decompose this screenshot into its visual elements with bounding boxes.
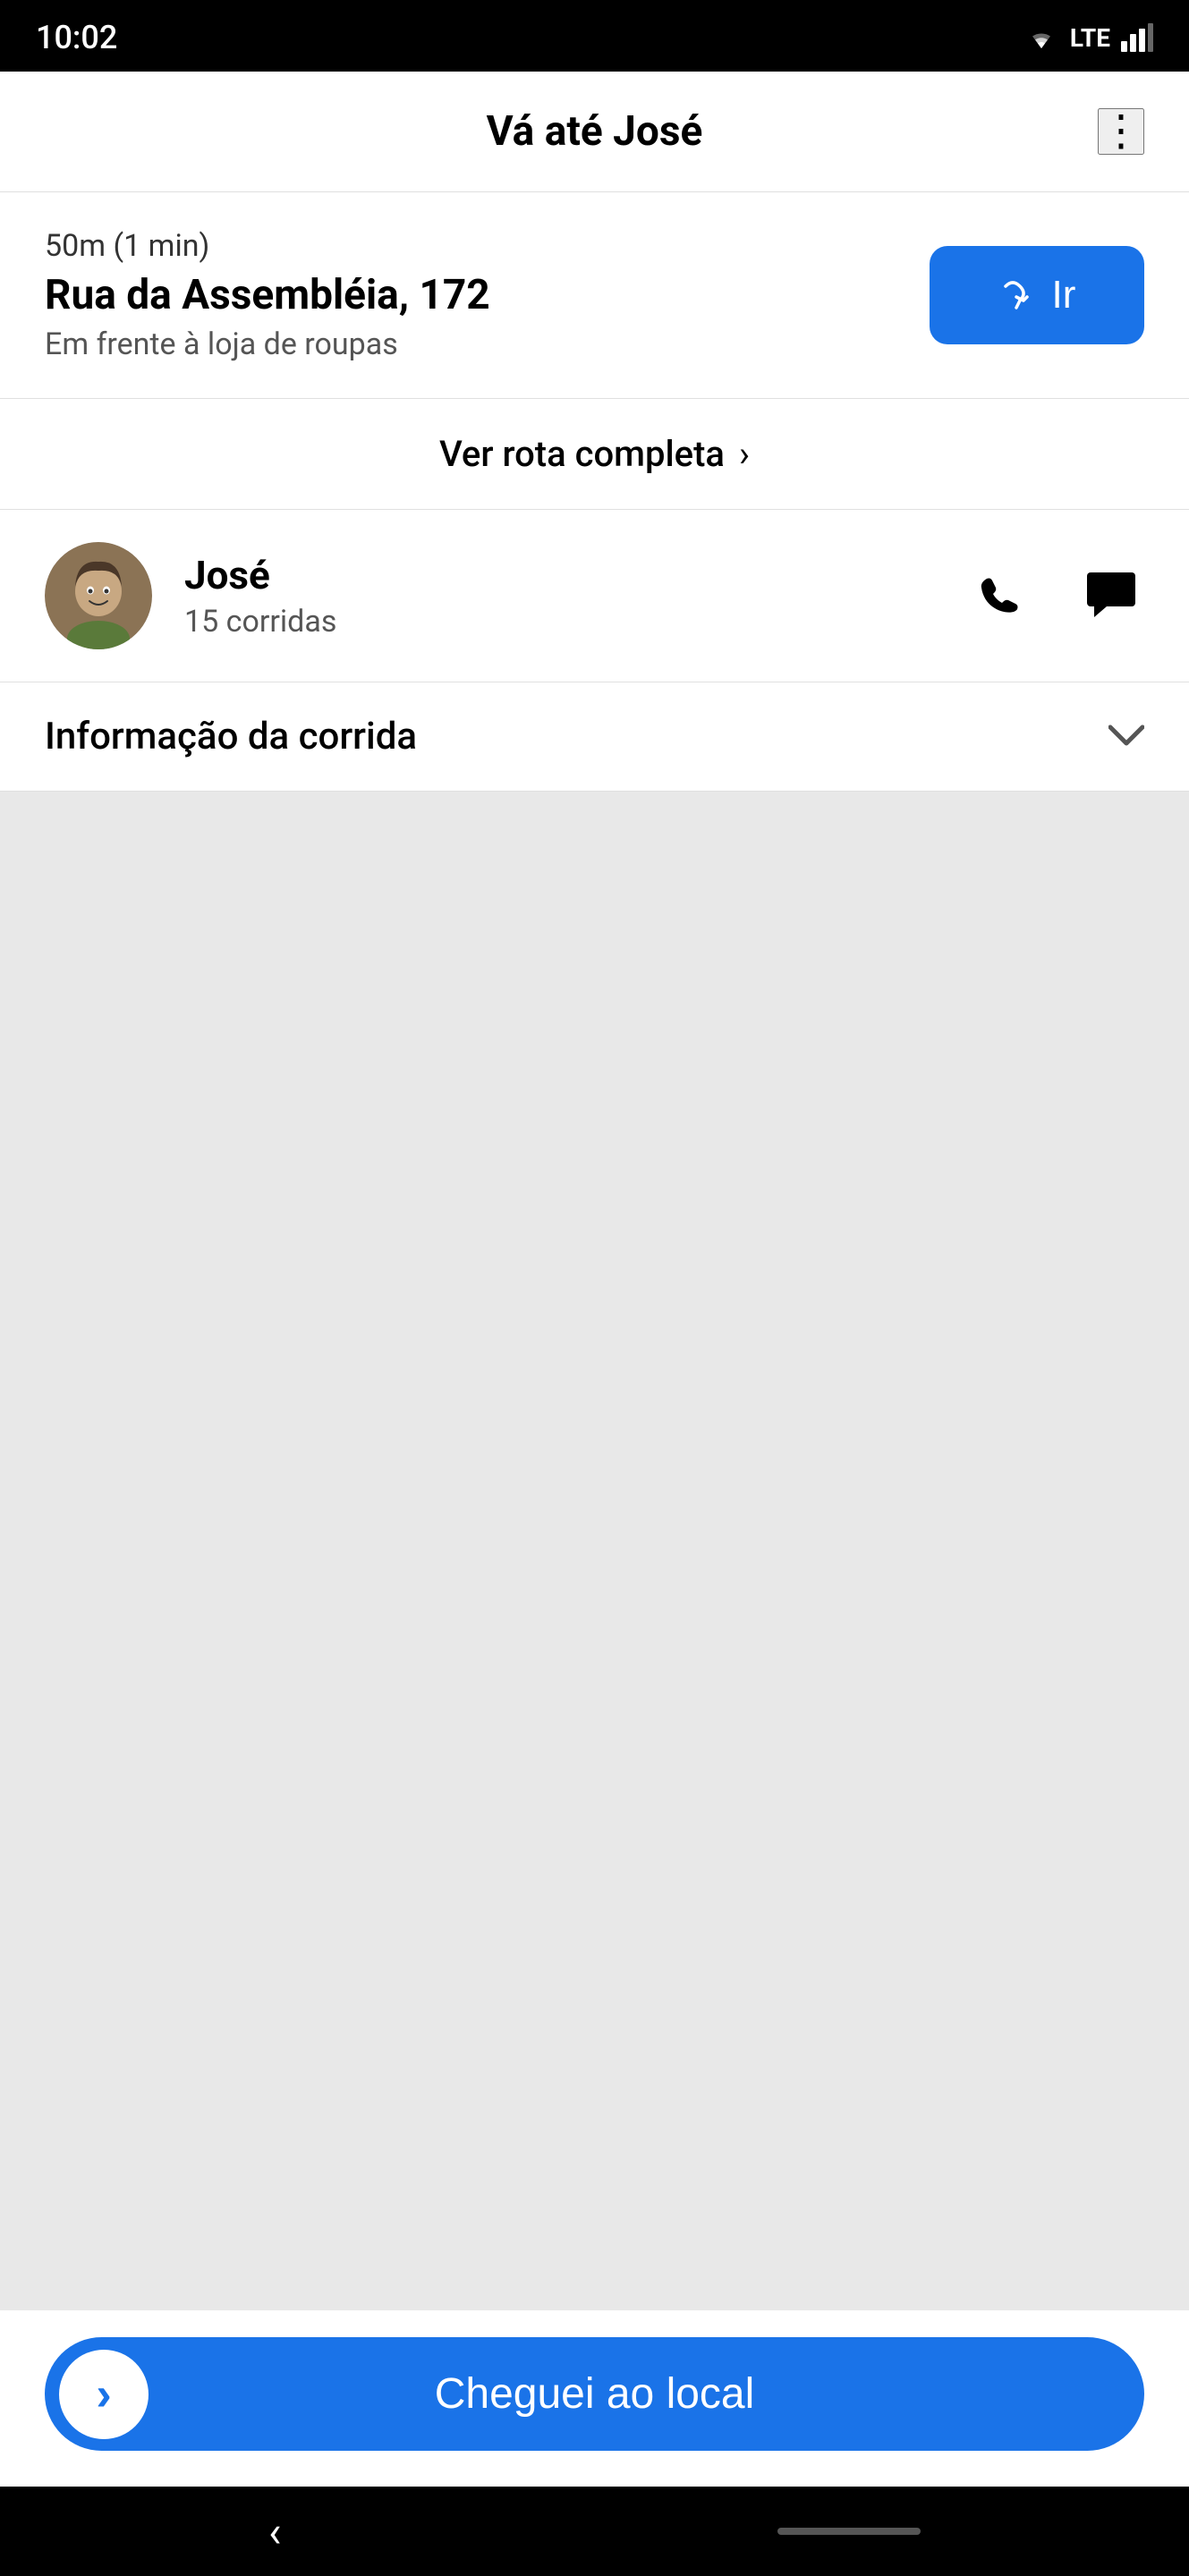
signal-icon: [1121, 23, 1153, 52]
view-route-arrow: ›: [739, 433, 750, 475]
map-area: [0, 792, 1189, 2310]
bottom-cta-section: › Cheguei ao local: [0, 2310, 1189, 2487]
app-container: Vá até José ⋮ 50m (1 min) Rua da Assembl…: [0, 72, 1189, 2487]
rider-rides: 15 corridas: [184, 604, 969, 640]
chevron-down-icon: [1108, 715, 1144, 758]
status-icons: LTE: [1023, 23, 1153, 53]
call-button[interactable]: [969, 563, 1033, 630]
wifi-icon: [1023, 23, 1059, 52]
rider-name: José: [184, 552, 969, 598]
status-time: 10:02: [36, 19, 117, 56]
chat-button[interactable]: [1078, 564, 1144, 629]
back-button[interactable]: ‹: [268, 2506, 281, 2557]
lte-label: LTE: [1070, 23, 1110, 53]
route-details: 50m (1 min) Rua da Assembléia, 172 Em fr…: [45, 228, 930, 362]
rider-info: José 15 corridas: [184, 552, 969, 640]
home-indicator: [777, 2528, 921, 2535]
bottom-nav: ‹: [0, 2487, 1189, 2576]
route-address: Rua da Assembléia, 172: [45, 271, 930, 319]
go-button[interactable]: Ir: [930, 246, 1144, 344]
phone-icon: [978, 572, 1024, 618]
view-route-label: Ver rota completa: [439, 433, 725, 475]
route-info-section: 50m (1 min) Rua da Assembléia, 172 Em fr…: [0, 192, 1189, 399]
header-title: Vá até José: [487, 107, 703, 156]
go-button-label: Ir: [1052, 273, 1076, 318]
app-header: Vá até José ⋮: [0, 72, 1189, 192]
menu-button[interactable]: ⋮: [1098, 108, 1144, 155]
rider-actions: [969, 563, 1144, 630]
view-route-section[interactable]: Ver rota completa ›: [0, 399, 1189, 510]
chat-icon: [1087, 572, 1135, 617]
route-time: 50m (1 min): [45, 228, 930, 264]
ride-info-label: Informação da corrida: [45, 715, 417, 758]
cta-arrow-icon: ›: [96, 2368, 111, 2421]
arrived-button[interactable]: › Cheguei ao local: [45, 2337, 1144, 2451]
route-icon: [998, 275, 1038, 315]
rider-avatar: [45, 542, 152, 649]
ride-info-section[interactable]: Informação da corrida: [0, 682, 1189, 792]
status-bar: 10:02 LTE: [0, 0, 1189, 72]
rider-section: José 15 corridas: [0, 510, 1189, 682]
cta-arrow-circle: ›: [59, 2350, 149, 2439]
route-landmark: Em frente à loja de roupas: [45, 326, 930, 362]
cta-label: Cheguei ao local: [89, 2369, 1100, 2419]
